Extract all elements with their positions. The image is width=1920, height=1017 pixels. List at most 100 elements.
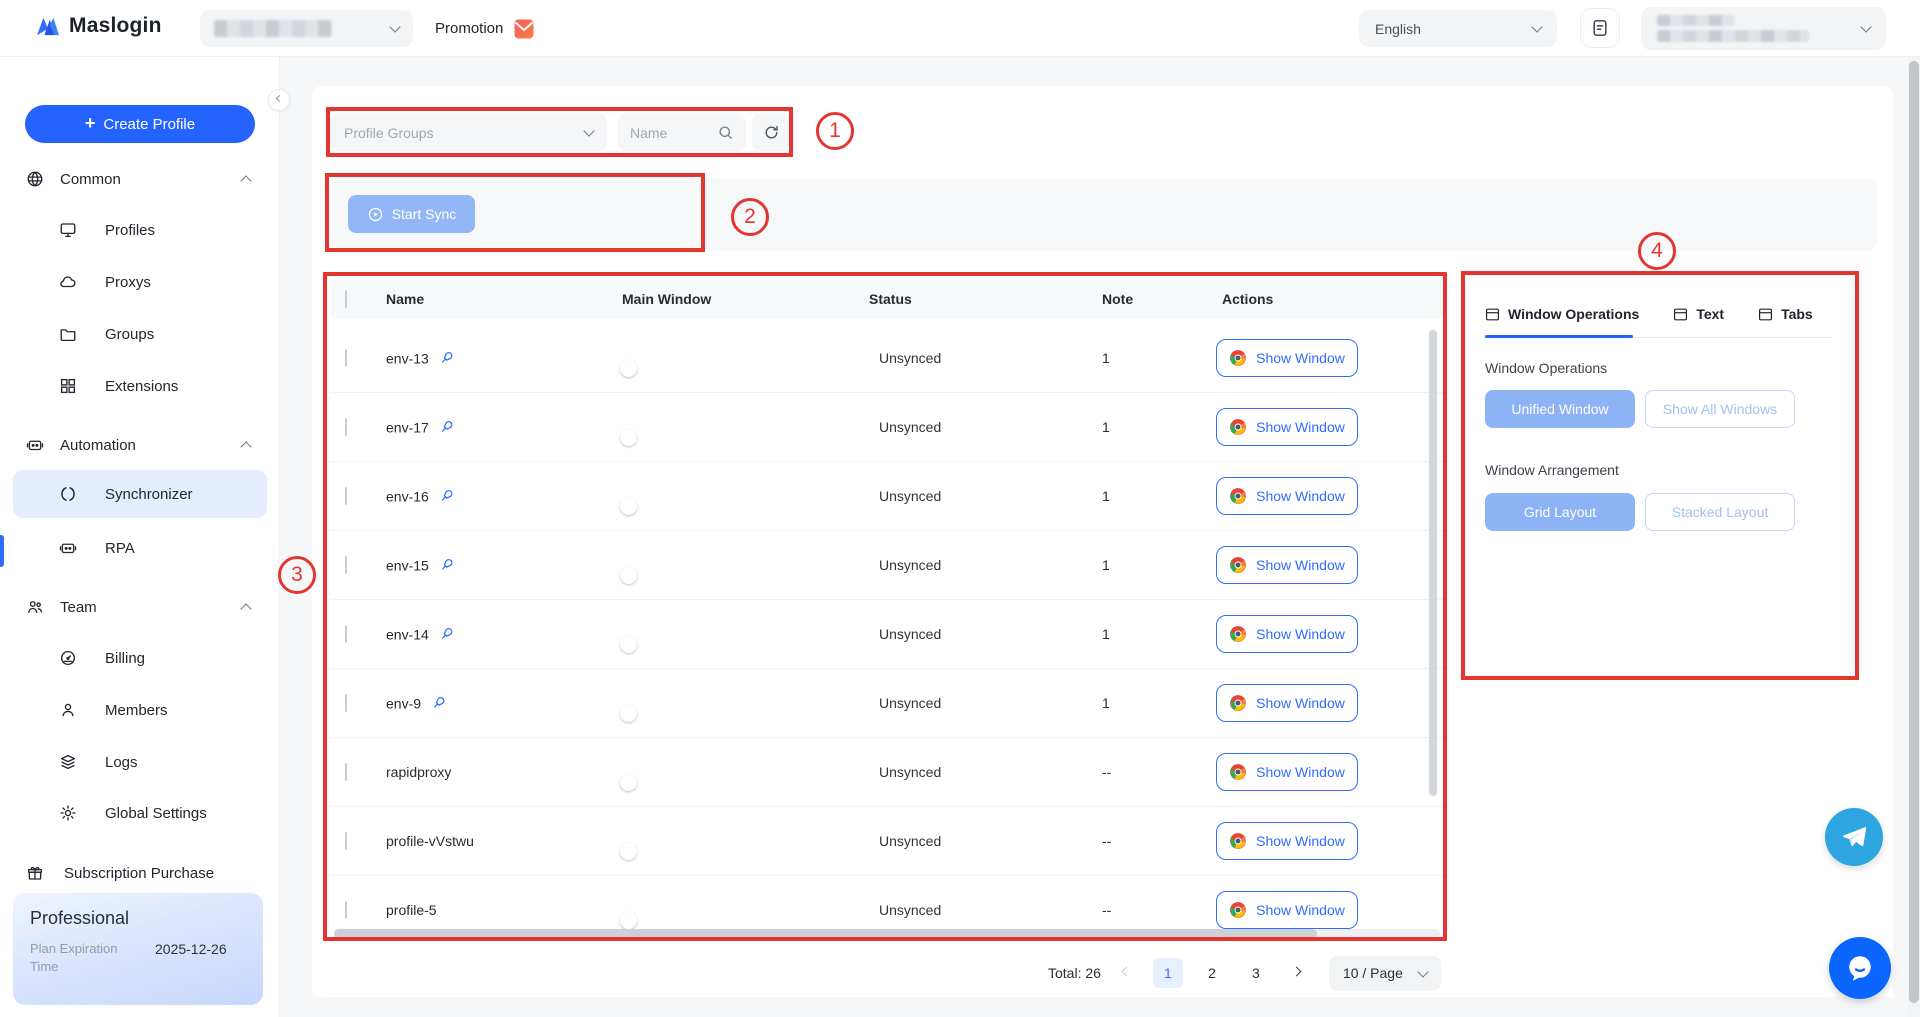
page-3-button[interactable]: 3 <box>1241 958 1271 988</box>
workspace-select[interactable] <box>200 10 413 47</box>
tab-window-operations[interactable]: Window Operations <box>1485 306 1639 322</box>
table-horizontal-scrollbar[interactable] <box>334 929 1440 938</box>
sidebar-item-billing[interactable]: Billing <box>0 640 280 676</box>
start-sync-button[interactable]: Start Sync <box>348 195 475 233</box>
status-text: Unsynced <box>879 488 941 504</box>
page-scrollbar-thumb[interactable] <box>1909 61 1919 1003</box>
row-checkbox[interactable] <box>345 694 347 712</box>
profile-name: rapidproxy <box>386 764 451 780</box>
sidebar-item-members[interactable]: Members <box>0 692 280 728</box>
unified-window-button[interactable]: Unified Window <box>1485 390 1635 428</box>
create-profile-button[interactable]: + Create Profile <box>25 105 255 143</box>
show-window-button[interactable]: Show Window <box>1216 615 1358 653</box>
prev-page-button[interactable] <box>1115 958 1139 988</box>
sidebar-section-automation[interactable]: Automation <box>0 427 280 463</box>
chevron-down-icon <box>389 21 400 32</box>
sidebar-item-rpa[interactable]: RPA <box>0 530 280 566</box>
chevron-left-icon <box>275 95 282 102</box>
status-text: Unsynced <box>879 764 941 780</box>
show-window-button[interactable]: Show Window <box>1216 477 1358 515</box>
profile-name: profile-vVstwu <box>386 833 474 849</box>
show-window-button[interactable]: Show Window <box>1216 546 1358 584</box>
tab-label: Tabs <box>1781 306 1813 322</box>
plan-name: Professional <box>30 908 246 929</box>
sidebar-item-extensions[interactable]: Extensions <box>0 368 280 404</box>
row-checkbox[interactable] <box>345 418 347 436</box>
profile-groups-select[interactable]: Profile Groups <box>330 114 607 151</box>
profile-name: env-16 <box>386 488 429 504</box>
name-search-input[interactable]: Name <box>618 114 746 151</box>
page-2-button[interactable]: 2 <box>1197 958 1227 988</box>
stacked-layout-button[interactable]: Stacked Layout <box>1645 493 1795 531</box>
scrollbar-thumb[interactable] <box>334 929 1317 938</box>
sidebar-item-proxys[interactable]: Proxys <box>0 264 280 300</box>
chrome-icon <box>1229 625 1247 643</box>
sidebar-item-synchronizer[interactable]: Synchronizer <box>13 470 267 518</box>
refresh-button[interactable] <box>752 114 790 151</box>
grid-layout-button[interactable]: Grid Layout <box>1485 493 1635 531</box>
page-size-select[interactable]: 10 / Page <box>1329 956 1441 991</box>
row-checkbox[interactable] <box>345 763 347 781</box>
note-value: 1 <box>1102 695 1110 711</box>
chrome-icon <box>1229 901 1247 919</box>
row-checkbox[interactable] <box>345 556 347 574</box>
chat-support-button[interactable] <box>1829 937 1891 999</box>
status-text: Unsynced <box>879 833 941 849</box>
next-page-button[interactable] <box>1285 958 1309 988</box>
sidebar-item-subscription-purchase[interactable]: Subscription Purchase <box>0 855 280 891</box>
chevron-right-icon <box>1292 967 1302 977</box>
section-title: Window Operations <box>1485 360 1607 376</box>
user-menu[interactable] <box>1641 7 1886 50</box>
chevron-down-icon <box>1860 21 1871 32</box>
docs-button[interactable] <box>1580 8 1620 48</box>
page-scrollbar[interactable] <box>1908 57 1920 1017</box>
col-name: Name <box>386 291 424 307</box>
show-window-label: Show Window <box>1256 764 1345 780</box>
plus-icon: + <box>85 114 96 132</box>
page-1-button[interactable]: 1 <box>1153 958 1183 988</box>
promotion-link[interactable]: Promotion <box>435 0 535 57</box>
telegram-button[interactable] <box>1825 808 1883 866</box>
row-checkbox[interactable] <box>345 487 347 505</box>
show-window-button[interactable]: Show Window <box>1216 822 1358 860</box>
sync-toolbar: Start Sync <box>330 178 1877 251</box>
sidebar-item-logs[interactable]: Logs <box>0 744 280 780</box>
create-profile-label: Create Profile <box>103 116 195 133</box>
show-all-windows-button[interactable]: Show All Windows <box>1645 390 1795 428</box>
section-title: Window Arrangement <box>1485 462 1619 478</box>
row-checkbox[interactable] <box>345 349 347 367</box>
show-window-button[interactable]: Show Window <box>1216 339 1358 377</box>
tab-tabs[interactable]: Tabs <box>1758 306 1813 322</box>
item-label: Billing <box>105 650 145 667</box>
show-window-button[interactable]: Show Window <box>1216 891 1358 929</box>
item-label: Global Settings <box>105 805 207 822</box>
sidebar-collapse-button[interactable] <box>268 89 290 111</box>
language-label: English <box>1375 21 1421 37</box>
show-window-button[interactable]: Show Window <box>1216 408 1358 446</box>
globe-icon <box>26 170 44 188</box>
document-icon <box>1590 18 1610 38</box>
row-checkbox[interactable] <box>345 625 347 643</box>
table-row: env-13 Unsynced 1 <box>330 324 1443 393</box>
table-row: env-16 Unsynced 1 <box>330 462 1443 531</box>
show-window-button[interactable]: Show Window <box>1216 684 1358 722</box>
robot-icon <box>26 436 44 454</box>
sidebar-section-common[interactable]: Common <box>0 161 280 197</box>
table-row: env-15 Unsynced 1 <box>330 531 1443 600</box>
item-label: Logs <box>105 754 138 771</box>
start-sync-label: Start Sync <box>392 206 457 222</box>
show-window-button[interactable]: Show Window <box>1216 753 1358 791</box>
row-checkbox[interactable] <box>345 901 347 919</box>
sidebar-item-profiles[interactable]: Profiles <box>0 212 280 248</box>
item-label: Profiles <box>105 222 155 239</box>
operations-panel: Window Operations Text Tabs Window Opera… <box>1461 272 1893 997</box>
table-vertical-scrollbar[interactable] <box>1429 330 1437 796</box>
sidebar-item-groups[interactable]: Groups <box>0 316 280 352</box>
tab-text[interactable]: Text <box>1673 306 1724 322</box>
select-all-checkbox[interactable] <box>345 290 347 308</box>
language-select[interactable]: English <box>1359 10 1557 47</box>
item-label: Extensions <box>105 378 178 395</box>
sidebar-item-global-settings[interactable]: Global Settings <box>0 795 280 831</box>
sidebar-section-team[interactable]: Team <box>0 589 280 625</box>
row-checkbox[interactable] <box>345 832 347 850</box>
